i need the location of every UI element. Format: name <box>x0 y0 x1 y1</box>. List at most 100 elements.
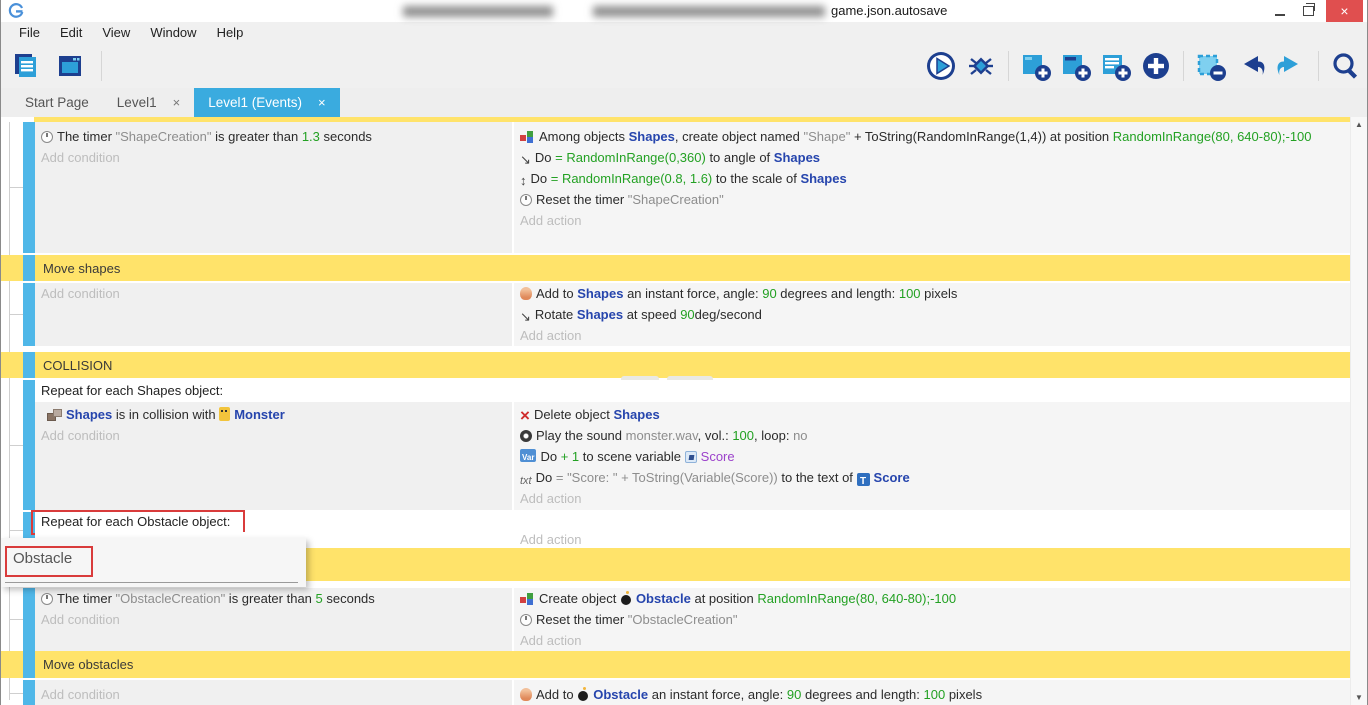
add-condition-button[interactable]: Add condition <box>41 283 506 304</box>
txt-badge <box>520 473 532 487</box>
scroll-up-icon[interactable]: ▲ <box>1351 120 1367 129</box>
conditions-column: The timer "ObstacleCreation" is greater … <box>35 588 512 651</box>
close-button[interactable]: × <box>1326 0 1363 22</box>
conditions-column: The timer "ShapeCreation" is greater tha… <box>35 122 512 253</box>
event-selection-bar[interactable] <box>23 122 35 253</box>
add-condition-button[interactable]: Add condition <box>41 684 506 705</box>
action-line[interactable]: Do = RandomInRange(0.8, 1.6) to the scal… <box>520 168 1343 189</box>
add-circle-icon[interactable] <box>1139 49 1173 83</box>
close-tab-icon[interactable]: × <box>318 95 326 110</box>
menu-bar: File Edit View Window Help <box>1 22 1367 44</box>
event-selection-bar[interactable] <box>23 352 35 378</box>
add-condition-button[interactable]: Add condition <box>41 609 506 630</box>
force-icon <box>520 688 532 701</box>
actions-column: Among objects Shapes, create object name… <box>514 122 1351 253</box>
delete-selection-icon[interactable] <box>1194 49 1228 83</box>
gdevelop-logo-icon <box>8 3 24 19</box>
menu-edit[interactable]: Edit <box>50 22 92 44</box>
close-tab-icon[interactable]: × <box>173 95 181 110</box>
search-icon[interactable] <box>1329 49 1363 83</box>
toolbar <box>1 44 1367 88</box>
restore-icon <box>1303 6 1314 16</box>
timer-icon <box>520 614 532 626</box>
scene-editor-icon[interactable] <box>53 49 87 83</box>
comment-row[interactable]: Move obstacles <box>1 651 1351 678</box>
menu-file[interactable]: File <box>9 22 50 44</box>
repeat-event-header[interactable]: Repeat for each Shapes object: <box>35 380 1351 402</box>
condition-line[interactable]: The timer "ObstacleCreation" is greater … <box>41 588 506 609</box>
menu-help[interactable]: Help <box>207 22 254 44</box>
redo-icon[interactable] <box>1274 49 1308 83</box>
event-move-shapes: Add condition Add to Shapes an instant f… <box>1 283 1351 346</box>
add-subevent-icon[interactable] <box>1059 49 1093 83</box>
tab-start-page[interactable]: Start Page <box>11 88 103 117</box>
action-line[interactable]: Rotate Shapes at speed 90deg/second <box>520 304 1343 325</box>
add-comment-icon[interactable] <box>1099 49 1133 83</box>
action-line[interactable]: Do + 1 to scene variable Score <box>520 446 1343 467</box>
close-icon: × <box>1340 3 1348 19</box>
comment-row[interactable]: Move shapes <box>1 255 1351 281</box>
action-line[interactable]: Do = RandomInRange(0,360) to angle of Sh… <box>520 147 1343 168</box>
tab-level1-events[interactable]: Level1 (Events)× <box>194 88 339 117</box>
event-repeat-shapes: Repeat for each Shapes object: Shapes is… <box>1 380 1351 510</box>
add-action-button[interactable]: Add action <box>520 630 1343 651</box>
add-action-button[interactable]: Add action <box>520 488 1343 509</box>
create-icon <box>520 592 535 605</box>
event-selection-bar[interactable] <box>23 255 35 281</box>
menu-view[interactable]: View <box>92 22 140 44</box>
play-icon[interactable] <box>924 49 958 83</box>
actions-column: Delete object Shapes Play the sound mons… <box>514 402 1351 510</box>
vertical-scrollbar[interactable]: ▲ ▼ <box>1350 117 1367 705</box>
tab-level1[interactable]: Level1× <box>103 88 194 117</box>
event-obstacle-creation: The timer "ObstacleCreation" is greater … <box>1 588 1351 651</box>
scroll-down-icon[interactable]: ▼ <box>1351 693 1367 702</box>
toolbar-separator <box>101 51 102 81</box>
condition-line[interactable]: Shapes is in collision with Monster <box>41 404 506 425</box>
minimize-button[interactable] <box>1267 0 1293 22</box>
comment-row[interactable]: COLLISION <box>1 352 1351 378</box>
debug-icon[interactable] <box>964 49 998 83</box>
action-line[interactable]: Reset the timer "ShapeCreation" <box>520 189 1343 210</box>
event-move-obstacles: Add condition Add to Obstacle an instant… <box>1 680 1351 705</box>
add-action-button[interactable]: Add action <box>520 325 1343 346</box>
app-window: game.json.autosave × File Edit View Wind… <box>0 0 1368 705</box>
event-selection-bar[interactable] <box>23 380 35 510</box>
add-event-icon[interactable] <box>1019 49 1053 83</box>
event-selection-bar[interactable] <box>23 651 35 678</box>
redacted-title-segment <box>593 6 825 17</box>
restore-button[interactable] <box>1295 0 1321 22</box>
add-action-button[interactable]: Add action <box>520 210 1343 231</box>
action-line[interactable]: Add to Obstacle an instant force, angle:… <box>520 684 1343 705</box>
comment-text: Move obstacles <box>43 651 133 678</box>
force-icon <box>520 287 532 300</box>
menu-window[interactable]: Window <box>140 22 206 44</box>
actions-column: Create object Obstacle at position Rando… <box>514 588 1351 651</box>
obstacle-icon <box>620 591 632 605</box>
action-line[interactable]: Add to Shapes an instant force, angle: 9… <box>520 283 1343 304</box>
timer-icon <box>41 131 53 143</box>
timer-icon <box>520 194 532 206</box>
actions-column: Add to Shapes an instant force, angle: 9… <box>514 283 1351 346</box>
event-shape-creation: The timer "ShapeCreation" is greater tha… <box>1 122 1351 253</box>
action-line[interactable]: Play the sound monster.wav, vol.: 100, l… <box>520 425 1343 446</box>
angle-icon <box>520 153 531 166</box>
object-name-input[interactable]: Obstacle <box>13 550 72 567</box>
condition-line[interactable]: The timer "ShapeCreation" is greater tha… <box>41 126 506 147</box>
event-selection-bar[interactable] <box>23 588 35 651</box>
toolbar-separator <box>1183 51 1184 81</box>
add-condition-button[interactable]: Add condition <box>41 425 506 446</box>
minimize-icon <box>1275 14 1285 16</box>
action-line[interactable]: Delete object Shapes <box>520 404 1343 425</box>
action-line[interactable]: Do = "Score: " + ToString(Variable(Score… <box>520 467 1343 488</box>
add-condition-button[interactable]: Add condition <box>41 147 506 168</box>
conditions-column: Add condition <box>35 283 512 346</box>
add-action-button[interactable]: Add action <box>520 532 1343 548</box>
undo-icon[interactable] <box>1234 49 1268 83</box>
project-manager-icon[interactable] <box>9 49 43 83</box>
action-line[interactable]: Create object Obstacle at position Rando… <box>520 588 1343 609</box>
var-badge <box>520 449 536 462</box>
event-selection-bar[interactable] <box>23 283 35 346</box>
action-line[interactable]: Reset the timer "ObstacleCreation" <box>520 609 1343 630</box>
event-selection-bar[interactable] <box>23 680 35 705</box>
action-line[interactable]: Among objects Shapes, create object name… <box>520 126 1343 147</box>
